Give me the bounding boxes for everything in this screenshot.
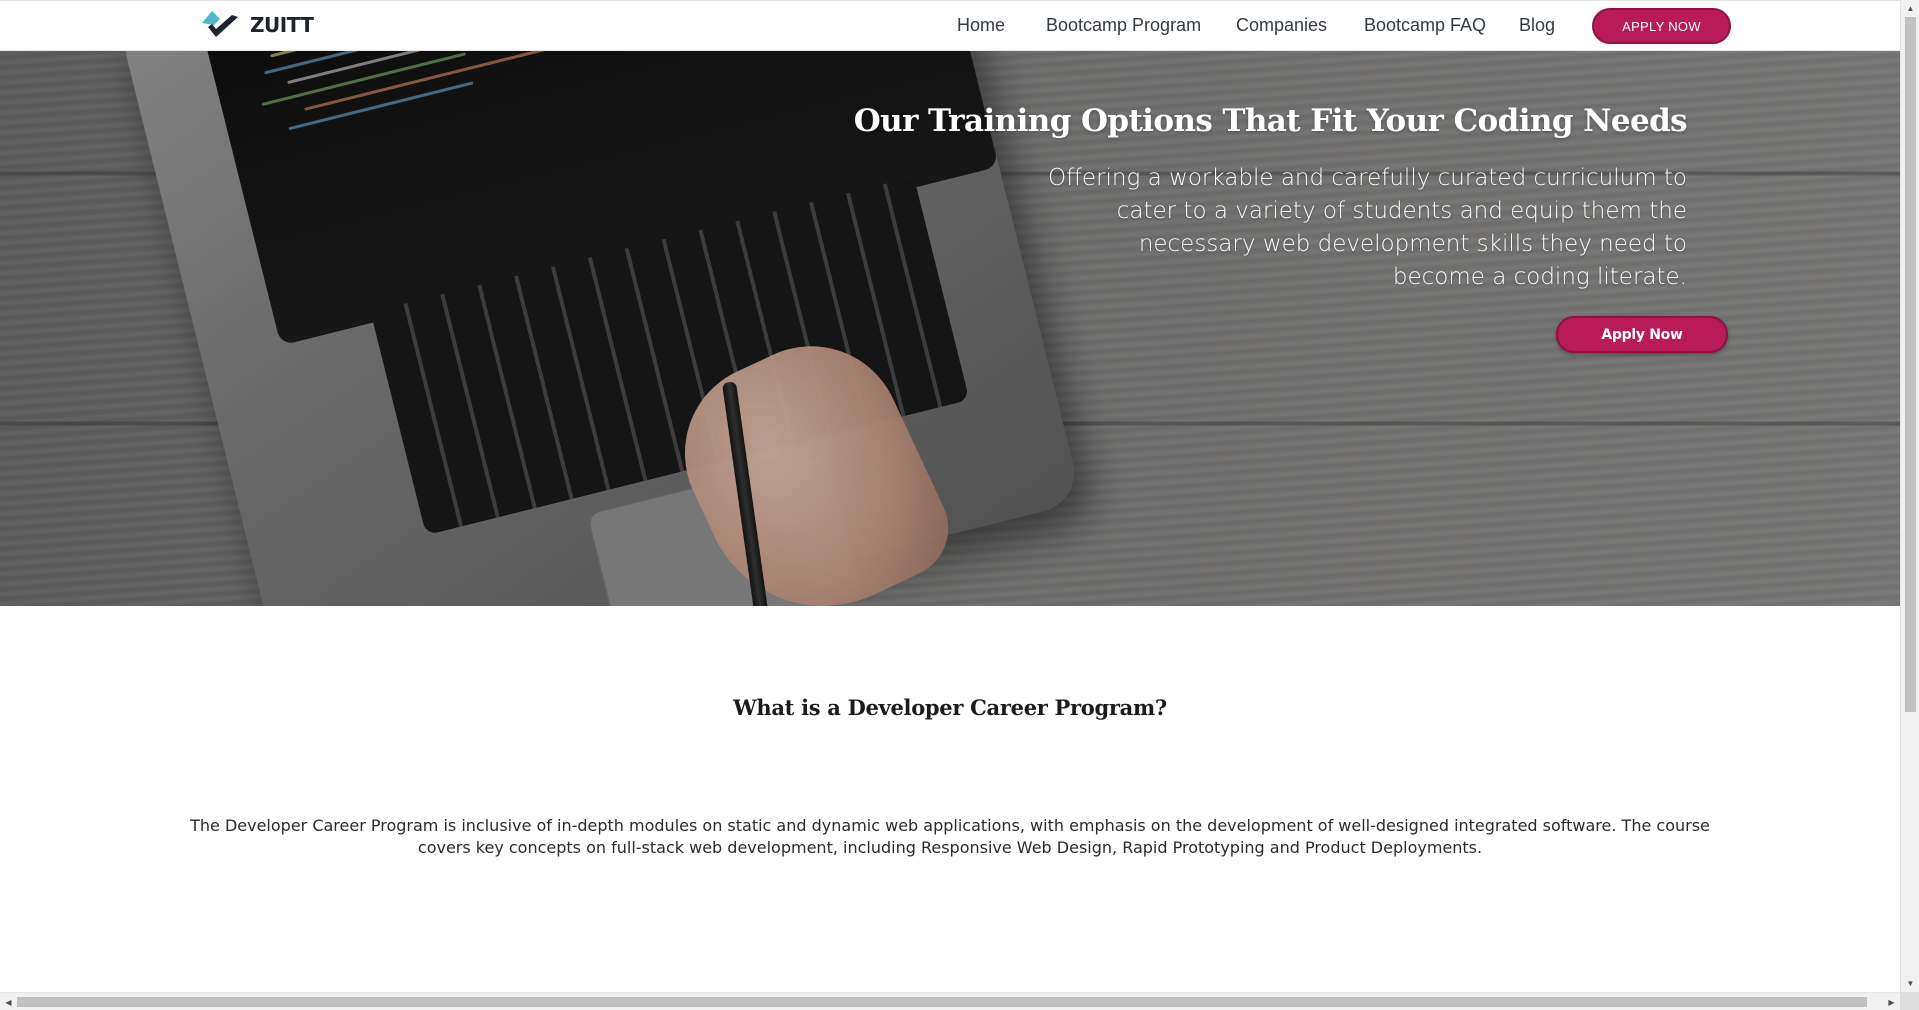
hero-title: Our Training Options That Fit Your Codin…	[853, 103, 1688, 139]
section-title: What is a Developer Career Program?	[733, 695, 1167, 720]
scroll-left-arrow-icon[interactable]: ◀	[0, 993, 17, 1010]
section-description: The Developer Career Program is inclusiv…	[190, 816, 1710, 857]
scroll-right-arrow-icon[interactable]: ▶	[1883, 993, 1900, 1010]
nav-companies[interactable]: Companies	[1236, 15, 1327, 36]
brand-logo-link[interactable]: ZUITT	[198, 7, 314, 43]
zuitt-logo-icon	[202, 11, 238, 37]
vertical-scrollbar[interactable]: ▲ ▼	[1900, 0, 1919, 992]
nav-bootcamp-faq[interactable]: Bootcamp FAQ	[1364, 15, 1486, 36]
nav-apply-now-button[interactable]: APPLY NOW	[1592, 8, 1731, 44]
scroll-down-arrow-icon[interactable]: ▼	[1901, 975, 1919, 992]
horizontal-scroll-thumb[interactable]	[17, 997, 1867, 1007]
scroll-up-arrow-icon[interactable]: ▲	[1901, 0, 1919, 17]
top-navbar: ZUITT Home Bootcamp Program Companies Bo…	[0, 0, 1900, 51]
nav-blog[interactable]: Blog	[1519, 15, 1555, 36]
brand-name: ZUITT	[250, 13, 314, 37]
horizontal-scrollbar[interactable]: ◀ ▶	[0, 992, 1900, 1010]
hero-description: Offering a workable and carefully curate…	[1047, 165, 1687, 290]
scrollbar-corner	[1900, 992, 1919, 1010]
nav-home[interactable]: Home	[957, 15, 1005, 36]
hero-banner: Our Training Options That Fit Your Codin…	[0, 51, 1900, 606]
nav-bootcamp-program[interactable]: Bootcamp Program	[1046, 15, 1201, 36]
hero-apply-now-button[interactable]: Apply Now	[1556, 316, 1728, 353]
vertical-scroll-thumb[interactable]	[1905, 17, 1916, 712]
